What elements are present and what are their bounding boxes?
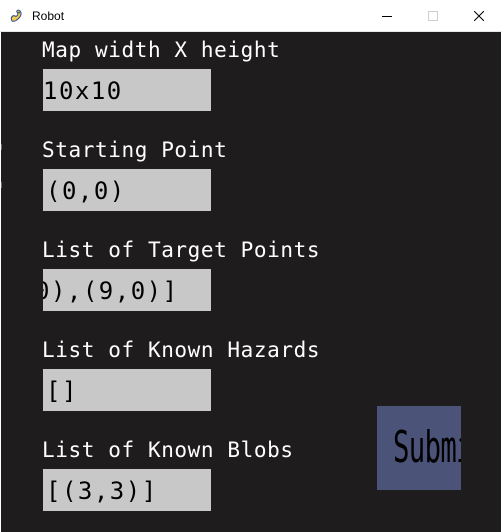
known-blobs-value: [(3,3)] (46, 477, 158, 505)
starting-point-input[interactable]: (0,0) (43, 169, 211, 211)
window-edge-mark (1, 144, 2, 150)
maximize-icon (428, 6, 438, 25)
window-title: Robot (32, 9, 65, 23)
target-points-label: List of Target Points (42, 238, 321, 262)
known-blobs-input[interactable]: [(3,3)] (43, 469, 211, 511)
submit-label: Submit (392, 422, 461, 473)
window-edge-mark (1, 182, 2, 188)
maximize-button[interactable] (410, 0, 456, 31)
form-canvas: Map width X height 10x10 Starting Point … (1, 32, 501, 532)
starting-point-label: Starting Point (42, 138, 228, 162)
title-bar[interactable]: Robot (0, 0, 502, 32)
close-icon (473, 6, 485, 25)
pygame-snake-icon (9, 8, 25, 24)
close-button[interactable] (456, 0, 502, 31)
starting-point-value: (0,0) (46, 177, 126, 205)
known-hazards-label: List of Known Hazards (42, 338, 321, 362)
map-size-input[interactable]: 10x10 (43, 69, 211, 111)
minimize-icon (382, 6, 392, 25)
target-points-input[interactable]: 0),(9,0)] (43, 269, 211, 311)
map-size-label: Map width X height (42, 38, 281, 62)
known-hazards-value: [] (46, 377, 78, 405)
submit-button[interactable]: Submit (377, 406, 461, 490)
known-hazards-input[interactable]: [] (43, 369, 211, 411)
app-window: Robot Map width X height 10x10 Starting … (0, 0, 502, 532)
map-size-value: 10x10 (43, 77, 123, 105)
known-blobs-label: List of Known Blobs (42, 438, 294, 462)
minimize-button[interactable] (364, 0, 410, 31)
target-points-value: 0),(9,0)] (43, 277, 179, 305)
